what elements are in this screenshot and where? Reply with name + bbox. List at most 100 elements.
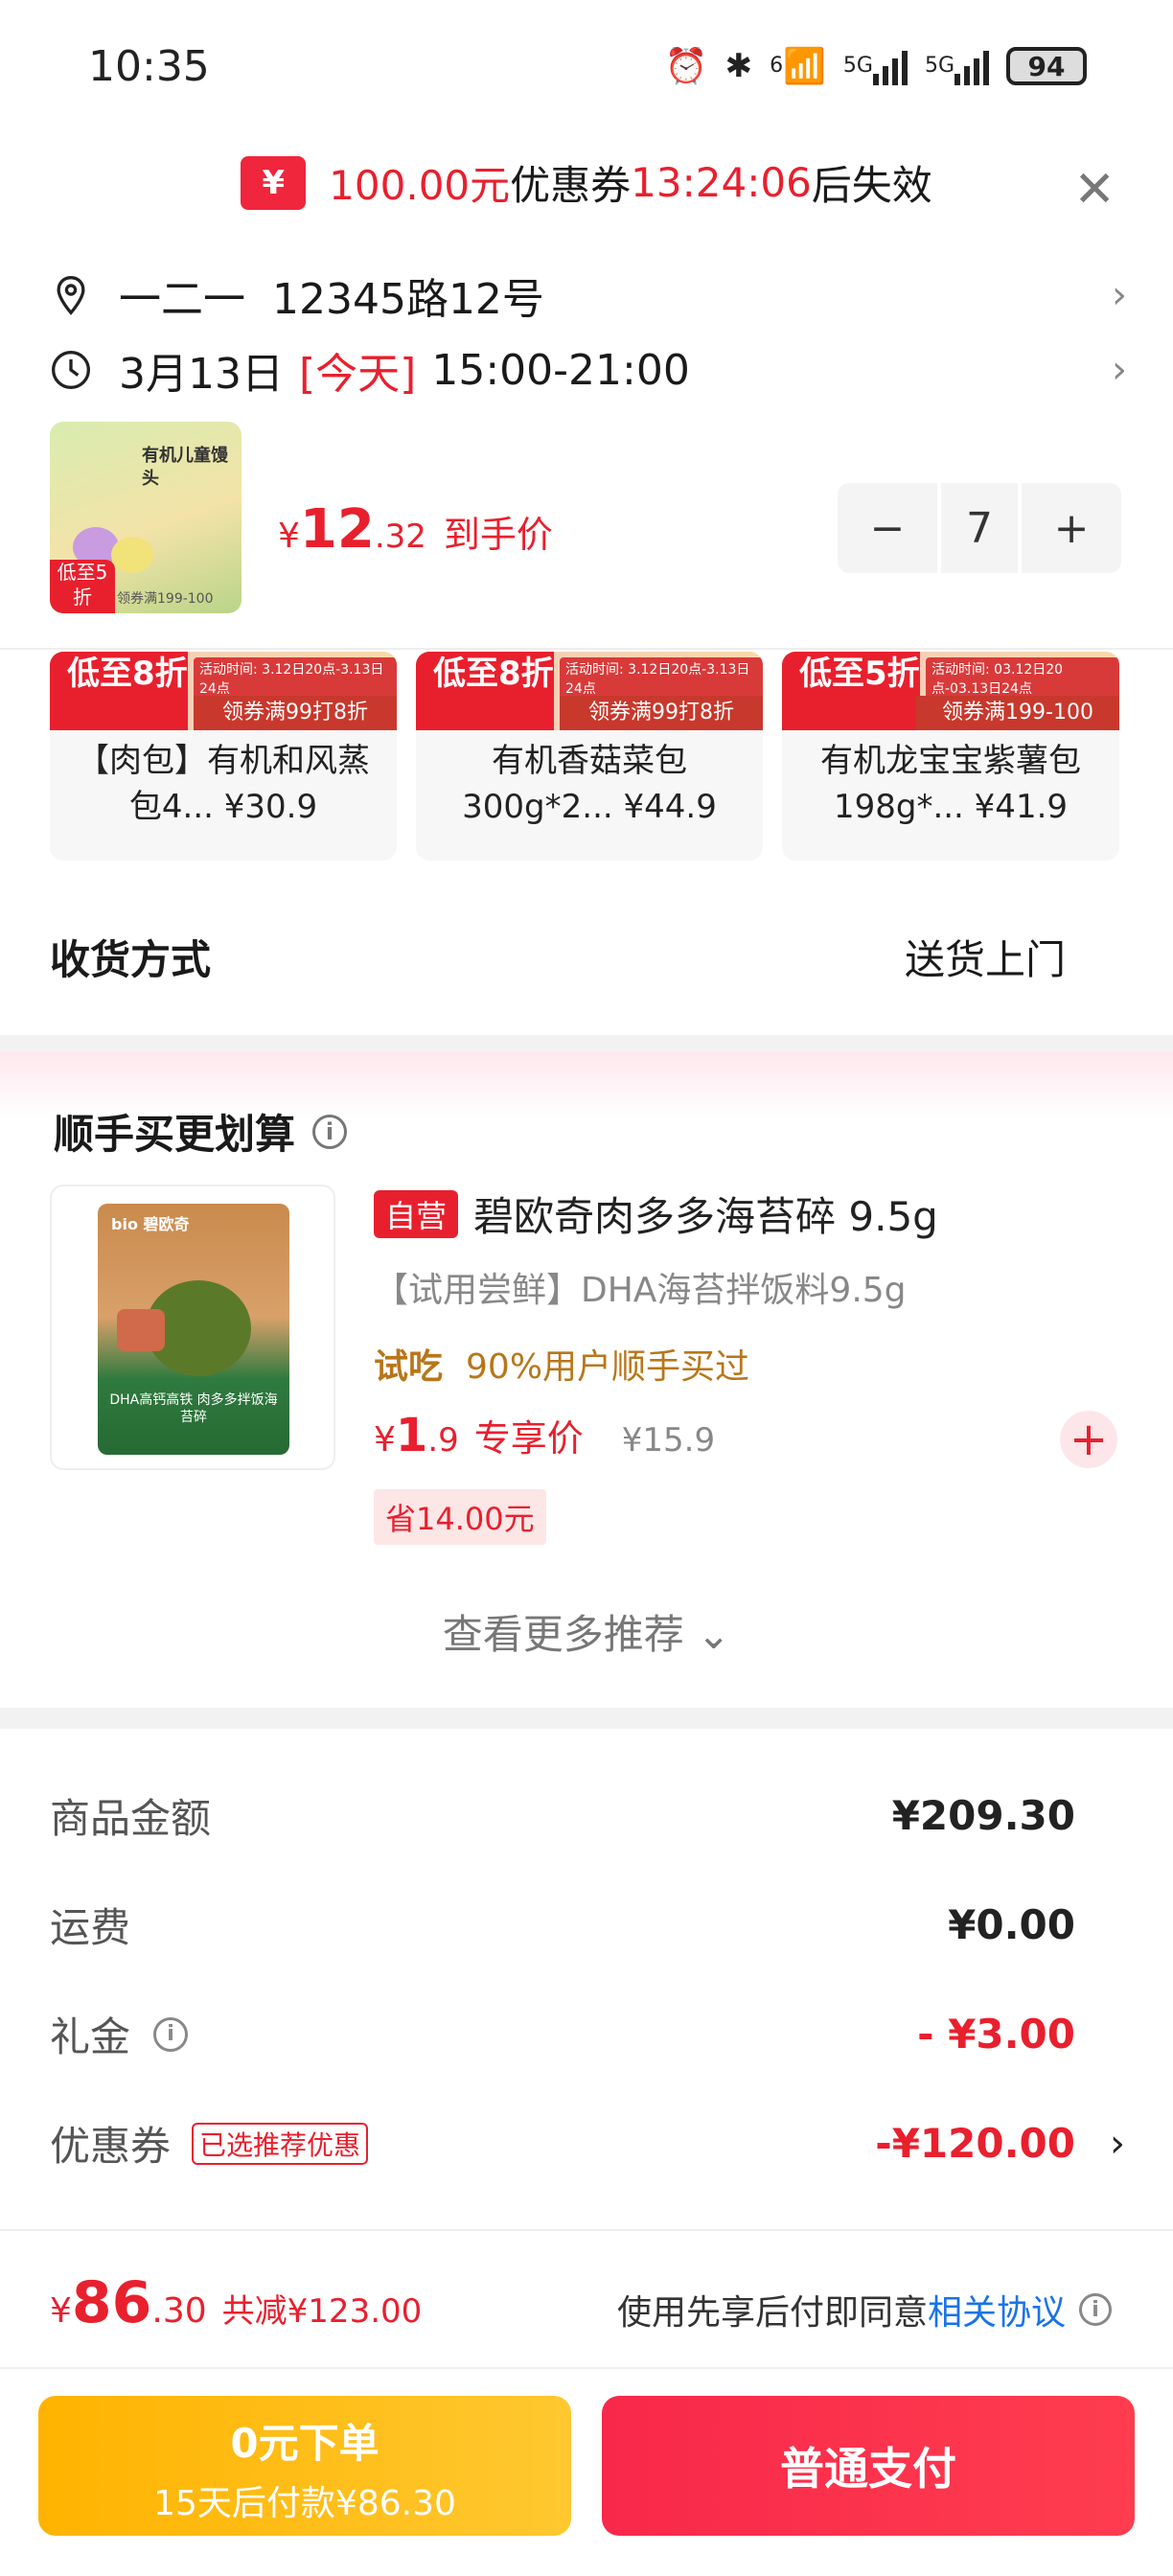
- recommendation-card[interactable]: 低至5折 活动时间: 03.12日20点-03.13日24点 领券满199-100 …: [782, 652, 1119, 861]
- gift-money-row: 礼金 i - ¥3.00: [50, 2005, 1075, 2063]
- total-decimal: .30: [151, 2291, 207, 2331]
- section-divider: [0, 1708, 1173, 1729]
- decrease-button[interactable]: −: [838, 483, 937, 573]
- combo-product-image[interactable]: bio 碧欧奇 DHA高钙高铁 肉多多拌饭海苔碎: [50, 1184, 335, 1470]
- thumb-coupon-text: 领券满199-100: [117, 591, 214, 607]
- freight-value: ¥0.00: [948, 1901, 1075, 1948]
- price-currency: ¥: [374, 1420, 396, 1460]
- shipping-method-row[interactable]: 收货方式 送货上门: [50, 928, 1066, 986]
- delivery-time-row[interactable]: 3月13日 [今天] 15:00-21:00 ›: [50, 339, 1127, 401]
- add-to-cart-button[interactable]: +: [1060, 1411, 1117, 1468]
- combo-title: 顺手买更划算: [54, 1111, 296, 1158]
- thumb-product-name: 有机儿童馒头: [142, 446, 228, 489]
- info-icon[interactable]: i: [153, 2016, 189, 2052]
- price-decimal: .32: [374, 518, 426, 556]
- coupon-value: -¥120.00: [875, 2120, 1075, 2167]
- goods-amount-label: 商品金额: [50, 1795, 212, 1842]
- rec-discount-tag: 低至8折: [416, 652, 554, 730]
- agreement-text: 使用先享后付即同意: [616, 2293, 928, 2333]
- coupon-suffix: 后失效: [811, 162, 932, 209]
- rec-time: 活动时间: 03.12日20点-03.13日24点: [926, 657, 1119, 700]
- alarm-icon: ⏰: [664, 47, 708, 86]
- cell-signal-2-icon: 5G: [925, 47, 989, 85]
- original-price: ¥15.9: [621, 1421, 716, 1460]
- rec-discount-tag: 低至8折: [50, 652, 188, 730]
- total-integer: 86: [71, 2269, 152, 2336]
- delivery-today: [今天]: [298, 350, 417, 399]
- divider: [0, 2367, 1173, 2369]
- red-envelope-icon: ¥: [241, 155, 307, 210]
- delivery-date: 3月13日: [119, 350, 284, 399]
- pay-later-button[interactable]: 0元下单 15天后付款¥86.30: [38, 2396, 571, 2536]
- product-price: ¥ 12 .32 到手价: [278, 498, 553, 561]
- rec-title: 有机香菇菜包300g*2... ¥44.9: [462, 742, 717, 826]
- combo-section-header: 顺手买更划算 i: [54, 1102, 348, 1161]
- bluetooth-icon: ✱: [724, 47, 753, 85]
- combo-price: ¥ 1 .9 专享价 ¥15.9: [374, 1409, 715, 1462]
- info-icon[interactable]: i: [1079, 2293, 1112, 2326]
- rec-time: 活动时间: 3.12日20点-3.13日24点: [560, 657, 763, 700]
- price-currency: ¥: [278, 517, 300, 556]
- agreement-link[interactable]: 相关协议: [928, 2285, 1066, 2334]
- goods-amount-value: ¥209.30: [891, 1792, 1075, 1839]
- normal-pay-button[interactable]: 普通支付: [602, 2396, 1135, 2536]
- coupon-label: 优惠券: [50, 2123, 172, 2170]
- battery-icon: 94: [1006, 47, 1087, 85]
- bun-yellow: [111, 537, 153, 573]
- price-integer: 1: [395, 1409, 428, 1462]
- gift-money-label: 礼金: [50, 2013, 131, 2060]
- quantity-value[interactable]: 7: [937, 483, 1022, 573]
- info-icon[interactable]: i: [312, 1114, 348, 1149]
- gift-money-value: - ¥3.00: [917, 2011, 1075, 2058]
- price-decimal: .9: [427, 1421, 459, 1460]
- coupon-label: 优惠券: [510, 162, 632, 209]
- price-integer: 12: [299, 498, 375, 561]
- increase-button[interactable]: +: [1022, 483, 1121, 573]
- rec-title: 有机龙宝宝紫薯包198g*... ¥41.9: [820, 742, 1081, 826]
- savings-badge: 省14.00元: [374, 1489, 546, 1545]
- close-icon[interactable]: ✕: [1073, 165, 1116, 215]
- recommended-coupon-badge: 已选推荐优惠: [192, 2122, 369, 2165]
- rec-deal: 领券满99打8折: [194, 696, 397, 730]
- combo-product-info[interactable]: 自营 碧欧奇肉多多海苔碎 9.5g 【试用尝鲜】DHA海苔拌饭料9.5g 试吃 …: [374, 1184, 1064, 1389]
- trial-line: 试吃 90%用户顺手买过: [374, 1339, 1064, 1389]
- recommendation-card[interactable]: 低至8折 活动时间: 3.12日20点-3.13日24点 领券满99打8折 【肉包】…: [50, 652, 397, 861]
- freight-row: 运费 ¥0.00: [50, 1896, 1075, 1954]
- bag-brand: bio 碧欧奇: [111, 1215, 190, 1233]
- coupon-amount: 100.00元: [329, 162, 511, 209]
- price-label: 专享价: [473, 1417, 584, 1460]
- trial-tag: 试吃: [374, 1347, 444, 1387]
- goods-amount-row: 商品金额 ¥209.30: [50, 1786, 1075, 1845]
- combo-product-name: 碧欧奇肉多多海苔碎 9.5g: [473, 1193, 938, 1240]
- signal-2-label: 5G: [924, 54, 954, 78]
- status-time: 10:35: [88, 42, 210, 91]
- cell-signal-1-icon: 5G: [843, 47, 908, 85]
- freight-label: 运费: [50, 1904, 131, 1951]
- rec-title: 【肉包】有机和风蒸包4... ¥30.9: [77, 742, 370, 826]
- meat-cube: [117, 1309, 165, 1351]
- address-row[interactable]: 一二一 12345路12号 ›: [50, 264, 1127, 326]
- shipping-label: 收货方式: [50, 936, 212, 983]
- price-label: 到手价: [443, 514, 553, 556]
- view-more-recommendations[interactable]: 查看更多推荐 ⌄: [0, 1602, 1173, 1661]
- chevron-right-icon: ›: [1112, 273, 1127, 317]
- rec-deal: 领券满199-100: [916, 696, 1119, 730]
- total-reduction: 共减¥123.00: [221, 2292, 423, 2331]
- quantity-stepper[interactable]: − 7 +: [838, 483, 1121, 573]
- coupon-expiry-banner[interactable]: ¥ 100.00元 优惠券 13:24:06 后失效: [0, 153, 1173, 212]
- recommendation-card[interactable]: 低至8折 活动时间: 3.12日20点-3.13日24点 领券满99打8折 有机香菇…: [416, 652, 763, 861]
- shipping-value: 送货上门: [904, 936, 1066, 983]
- product-thumbnail[interactable]: 有机儿童馒头 低至5折 领券满199-100: [50, 422, 242, 613]
- trial-text: 90%用户顺手买过: [466, 1347, 750, 1387]
- status-icons: ⏰ ✱ 6 📶 5G 5G 94: [665, 46, 1087, 86]
- coupon-countdown: 13:24:06: [631, 159, 812, 206]
- divider: [0, 648, 1173, 650]
- coupon-row[interactable]: 优惠券 已选推荐优惠 -¥120.00 ›: [50, 2114, 1125, 2173]
- address-text: 一二一 12345路12号: [119, 275, 544, 324]
- wifi-icon: 6 📶: [770, 47, 826, 86]
- signal-1-label: 5G: [842, 54, 873, 78]
- order-total: ¥ 86 .30 共减¥123.00: [50, 2269, 422, 2336]
- bag-text: DHA高钙高铁 肉多多拌饭海苔碎: [109, 1392, 278, 1425]
- combo-product-subtitle: 【试用尝鲜】DHA海苔拌饭料9.5g: [374, 1271, 907, 1310]
- clock-icon: [52, 351, 90, 389]
